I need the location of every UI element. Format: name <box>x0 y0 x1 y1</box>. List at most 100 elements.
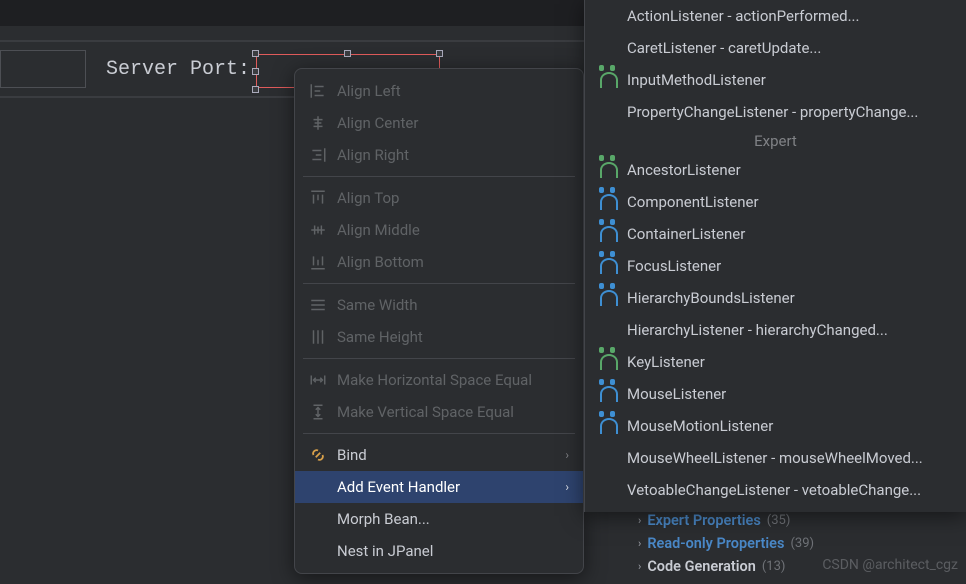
submenu-label: ContainerListener <box>627 225 745 243</box>
blank-icon <box>309 542 327 560</box>
prop-label: Read-only Properties <box>647 535 784 552</box>
menu-label: Make Horizontal Space Equal <box>337 371 532 389</box>
menu-label: Same Height <box>337 328 423 346</box>
menu-label: Align Right <box>337 146 409 164</box>
listener-icon <box>599 353 617 371</box>
align-left-icon <box>309 82 327 100</box>
same-width-icon <box>309 296 327 314</box>
menu-align-top: Align Top <box>295 182 583 214</box>
submenu-component-listener[interactable]: ComponentListener <box>585 186 966 218</box>
submenu-mousewheel-listener[interactable]: MouseWheelListener - mouseWheelMoved... <box>585 442 966 474</box>
menu-separator <box>303 176 575 177</box>
align-bottom-icon <box>309 253 327 271</box>
resize-handle[interactable] <box>252 50 259 57</box>
menu-nest-jpanel[interactable]: Nest in JPanel <box>295 535 583 567</box>
listener-icon <box>599 289 617 307</box>
designer-cell-left[interactable] <box>0 50 86 88</box>
submenu-mousemotion-listener[interactable]: MouseMotionListener <box>585 410 966 442</box>
submenu-vetoable-listener[interactable]: VetoableChangeListener - vetoableChange.… <box>585 474 966 506</box>
listener-icon <box>599 225 617 243</box>
listener-icon <box>599 71 617 89</box>
menu-align-left: Align Left <box>295 75 583 107</box>
blank-icon <box>599 481 617 499</box>
menu-align-bottom: Align Bottom <box>295 246 583 278</box>
blank-icon <box>599 449 617 467</box>
submenu-label: HierarchyListener - hierarchyChanged... <box>627 321 888 339</box>
menu-label: Align Middle <box>337 221 420 239</box>
blank-icon <box>599 39 617 57</box>
menu-label: Align Center <box>337 114 418 132</box>
submenu-caret-listener[interactable]: CaretListener - caretUpdate... <box>585 32 966 64</box>
prop-count: (39) <box>790 536 814 551</box>
chevron-right-icon: › <box>638 537 641 550</box>
submenu-mouse-listener[interactable]: MouseListener <box>585 378 966 410</box>
menu-morph-bean[interactable]: Morph Bean... <box>295 503 583 535</box>
listener-icon <box>599 257 617 275</box>
blank-icon <box>599 7 617 25</box>
prop-readonly[interactable]: › Read-only Properties (39) <box>616 532 956 555</box>
menu-label: Add Event Handler <box>337 478 460 496</box>
submenu-label: CaretListener - caretUpdate... <box>627 39 821 57</box>
blank-icon <box>599 321 617 339</box>
chevron-right-icon: › <box>565 448 569 462</box>
link-icon <box>309 446 327 464</box>
menu-align-right: Align Right <box>295 139 583 171</box>
submenu-container-listener[interactable]: ContainerListener <box>585 218 966 250</box>
resize-handle[interactable] <box>252 68 259 75</box>
submenu-label: InputMethodListener <box>627 71 766 89</box>
context-menu: Align Left Align Center Align Right Alig… <box>294 68 584 574</box>
submenu-label: KeyListener <box>627 353 705 371</box>
submenu-label: ActionListener - actionPerformed... <box>627 7 859 25</box>
blank-icon <box>309 510 327 528</box>
menu-add-event-handler[interactable]: Add Event Handler › <box>295 471 583 503</box>
menu-label: Align Bottom <box>337 253 424 271</box>
prop-count: (13) <box>762 559 786 574</box>
menu-label: Nest in JPanel <box>337 542 433 560</box>
submenu-label: MouseMotionListener <box>627 417 773 435</box>
submenu-label: PropertyChangeListener - propertyChange.… <box>627 103 918 121</box>
align-right-icon <box>309 146 327 164</box>
resize-handle[interactable] <box>344 50 351 57</box>
menu-label: Morph Bean... <box>337 510 430 528</box>
resize-handle[interactable] <box>436 50 443 57</box>
submenu-label: FocusListener <box>627 257 721 275</box>
submenu-hierarchybounds-listener[interactable]: HierarchyBoundsListener <box>585 282 966 314</box>
menu-label: Bind <box>337 446 367 464</box>
align-top-icon <box>309 189 327 207</box>
menu-separator <box>303 433 575 434</box>
h-space-icon <box>309 371 327 389</box>
blank-icon <box>309 478 327 496</box>
submenu-propertychange-listener[interactable]: PropertyChangeListener - propertyChange.… <box>585 96 966 128</box>
prop-count: (35) <box>767 513 791 528</box>
menu-same-height: Same Height <box>295 321 583 353</box>
resize-handle[interactable] <box>252 86 259 93</box>
menu-separator <box>303 283 575 284</box>
submenu-label: AncestorListener <box>627 161 741 179</box>
prop-label: Expert Properties <box>647 512 760 529</box>
chevron-right-icon: › <box>638 560 641 573</box>
submenu-hierarchy-listener[interactable]: HierarchyListener - hierarchyChanged... <box>585 314 966 346</box>
menu-label: Same Width <box>337 296 417 314</box>
submenu-label: HierarchyBoundsListener <box>627 289 795 307</box>
menu-align-middle: Align Middle <box>295 214 583 246</box>
prop-expert[interactable]: › Expert Properties (35) <box>616 509 956 532</box>
menu-bind[interactable]: Bind › <box>295 439 583 471</box>
menu-label: Align Top <box>337 189 399 207</box>
submenu-key-listener[interactable]: KeyListener <box>585 346 966 378</box>
prop-label: Code Generation <box>647 558 756 575</box>
chevron-right-icon: › <box>565 480 569 494</box>
submenu-inputmethod-listener[interactable]: InputMethodListener <box>585 64 966 96</box>
listener-icon <box>599 161 617 179</box>
submenu-focus-listener[interactable]: FocusListener <box>585 250 966 282</box>
listener-icon <box>599 193 617 211</box>
submenu-label: MouseListener <box>627 385 726 403</box>
submenu-action-listener[interactable]: ActionListener - actionPerformed... <box>585 0 966 32</box>
menu-h-space-equal: Make Horizontal Space Equal <box>295 364 583 396</box>
submenu-ancestor-listener[interactable]: AncestorListener <box>585 154 966 186</box>
menu-label: Make Vertical Space Equal <box>337 403 514 421</box>
watermark: CSDN @architect_cgz <box>822 557 958 573</box>
menu-label: Align Left <box>337 82 401 100</box>
submenu-label: VetoableChangeListener - vetoableChange.… <box>627 481 921 499</box>
submenu-heading-expert: Expert <box>585 128 966 154</box>
listener-icon <box>599 417 617 435</box>
